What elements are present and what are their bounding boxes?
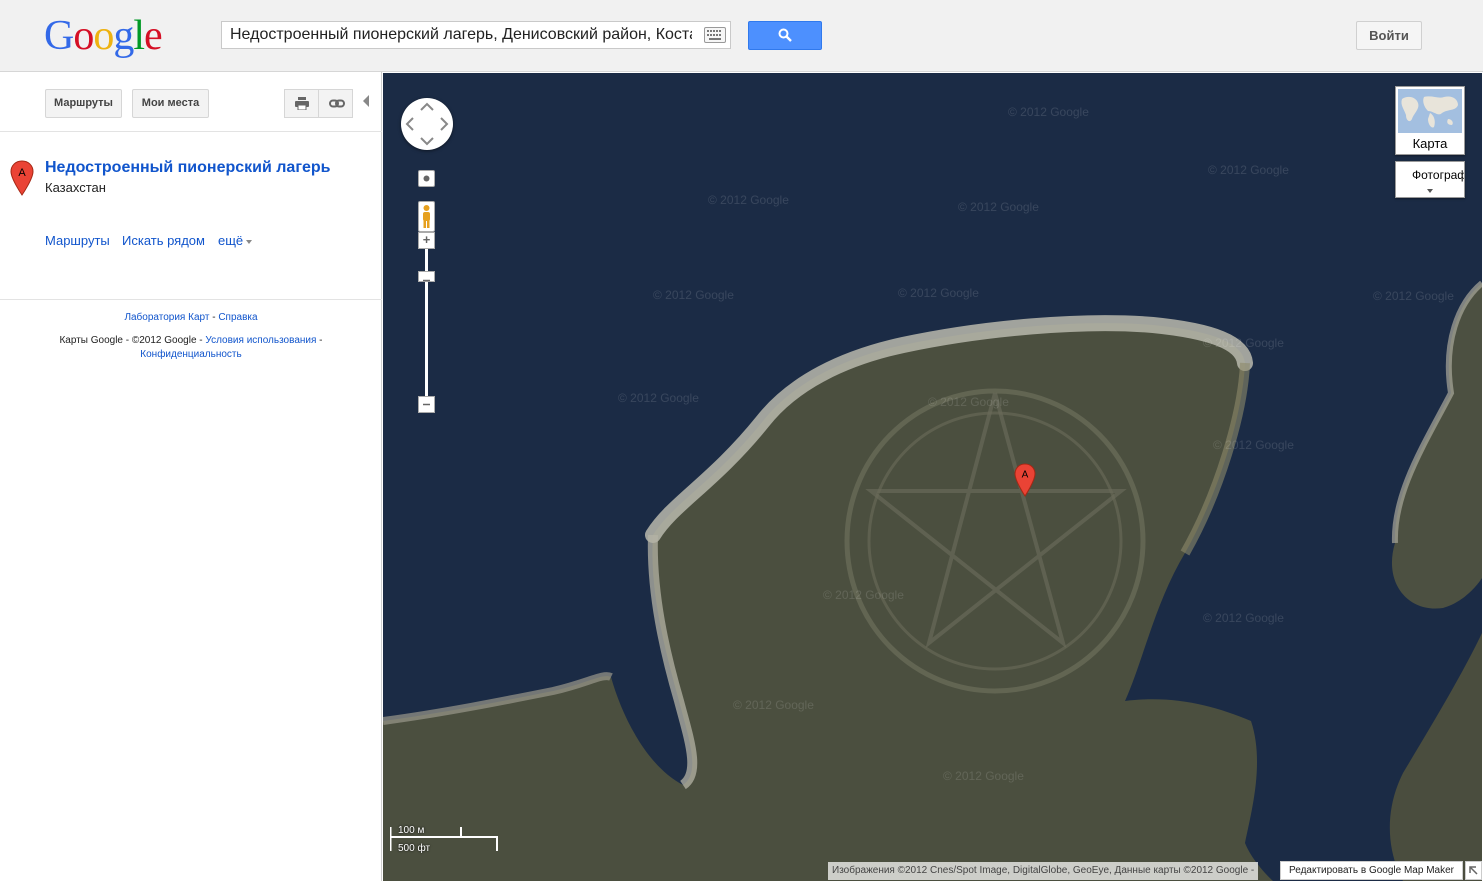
search-nearby-link[interactable]: Искать рядом: [122, 233, 205, 248]
satellite-type-button[interactable]: Фотографии: [1395, 161, 1465, 198]
watermark: © 2012 Google: [1373, 289, 1454, 303]
map-marker-icon[interactable]: A: [1014, 463, 1036, 497]
result-marker-letter: A: [18, 167, 26, 179]
minus-icon: [423, 403, 430, 406]
zoom-out-button[interactable]: [418, 396, 435, 413]
watermark: © 2012 Google: [823, 588, 904, 602]
logo-letter: g: [113, 13, 134, 59]
map-canvas[interactable]: © 2012 Google © 2012 Google © 2012 Googl…: [383, 73, 1482, 881]
routes-button[interactable]: Маршруты: [45, 89, 122, 118]
world-map-icon: [1398, 89, 1462, 133]
footer-separator: -: [316, 335, 323, 346]
sidebar: Маршруты Мои места A Недостроенный пионе…: [0, 72, 382, 881]
watermark: © 2012 Google: [653, 288, 734, 302]
dot-icon: [423, 175, 430, 182]
logo-letter: e: [144, 13, 163, 59]
watermark: © 2012 Google: [943, 769, 1024, 783]
zoom-in-button[interactable]: +: [418, 232, 435, 249]
link-button[interactable]: [318, 89, 353, 118]
logo-letter: G: [44, 13, 74, 59]
top-bar: Google Войти: [0, 0, 1483, 72]
chevron-down-icon: [1427, 189, 1433, 193]
labs-link[interactable]: Лаборатория Карт: [124, 312, 209, 323]
map-marker-letter: A: [1022, 470, 1029, 481]
pan-arrows-icon: [405, 102, 449, 146]
chevron-down-icon: [246, 239, 253, 244]
collapse-panel-icon[interactable]: [363, 95, 369, 107]
scale-imperial: 500 фт: [398, 843, 431, 854]
watermark: © 2012 Google: [898, 286, 979, 300]
scale-bar: 100 м 500 фт: [390, 825, 500, 855]
search-button[interactable]: [748, 21, 822, 50]
search-icon: [778, 28, 792, 42]
more-link[interactable]: ещё: [218, 233, 243, 248]
zoom-slider-handle[interactable]: [418, 271, 435, 282]
print-icon: [295, 97, 309, 110]
privacy-link[interactable]: Конфиденциальность: [140, 349, 241, 360]
copyright-text: Карты Google - ©2012 Google -: [59, 335, 206, 346]
slider-handle-icon: [423, 279, 430, 282]
watermark: © 2012 Google: [958, 200, 1039, 214]
divider: [0, 131, 382, 132]
keyboard-icon[interactable]: [704, 27, 726, 43]
result-marker-icon[interactable]: A: [10, 160, 34, 196]
watermark: © 2012 Google: [1213, 438, 1294, 452]
map-type-button[interactable]: Карта: [1395, 86, 1465, 155]
watermark: © 2012 Google: [708, 193, 789, 207]
watermark: © 2012 Google: [1008, 105, 1089, 119]
watermark: © 2012 Google: [1203, 336, 1284, 350]
watermark: © 2012 Google: [618, 391, 699, 405]
logo-letter: l: [133, 13, 145, 59]
watermark: © 2012 Google: [1208, 163, 1289, 177]
satellite-type-label: Фотографии: [1412, 168, 1464, 182]
google-logo[interactable]: Google: [44, 12, 163, 60]
search-box: [221, 21, 731, 49]
signin-button[interactable]: Войти: [1356, 21, 1422, 50]
watermark: © 2012 Google: [733, 698, 814, 712]
result-title[interactable]: Недостроенный пионерский лагерь: [45, 159, 331, 177]
help-link[interactable]: Справка: [218, 312, 257, 323]
satellite-imagery: [383, 73, 1482, 881]
logo-letter: o: [73, 13, 94, 59]
footer-links: Лаборатория Карт - Справка: [0, 312, 382, 323]
more-menu[interactable]: ещё: [218, 233, 253, 248]
map-type-label: Карта: [1412, 136, 1448, 151]
pan-control[interactable]: [401, 98, 453, 150]
footer-legal: Карты Google - ©2012 Google - Условия ис…: [0, 334, 382, 362]
routes-link[interactable]: Маршруты: [45, 233, 110, 248]
link-icon: [329, 99, 345, 108]
imagery-attribution: Изображения ©2012 Cnes/Spot Image, Digit…: [828, 862, 1259, 880]
watermark: © 2012 Google: [928, 395, 1009, 409]
footer-separator: -: [209, 312, 219, 323]
reset-view-button[interactable]: [418, 170, 435, 187]
terms-link[interactable]: Условия использования: [205, 335, 316, 346]
watermark: © 2012 Google: [1203, 611, 1284, 625]
street-view-icon: [423, 205, 430, 228]
corner-resize-icon[interactable]: [1465, 861, 1482, 880]
mapmaker-link[interactable]: Редактировать в Google Map Maker: [1280, 861, 1463, 880]
scale-metric: 100 м: [398, 825, 425, 836]
search-input[interactable]: [222, 22, 700, 48]
pegman-icon[interactable]: [418, 201, 435, 232]
logo-letter: o: [93, 13, 114, 59]
divider: [0, 299, 382, 300]
result-subtitle: Казахстан: [45, 180, 106, 195]
arrow-icon: [1469, 866, 1478, 875]
print-button[interactable]: [284, 89, 319, 118]
my-places-button[interactable]: Мои места: [132, 89, 209, 118]
